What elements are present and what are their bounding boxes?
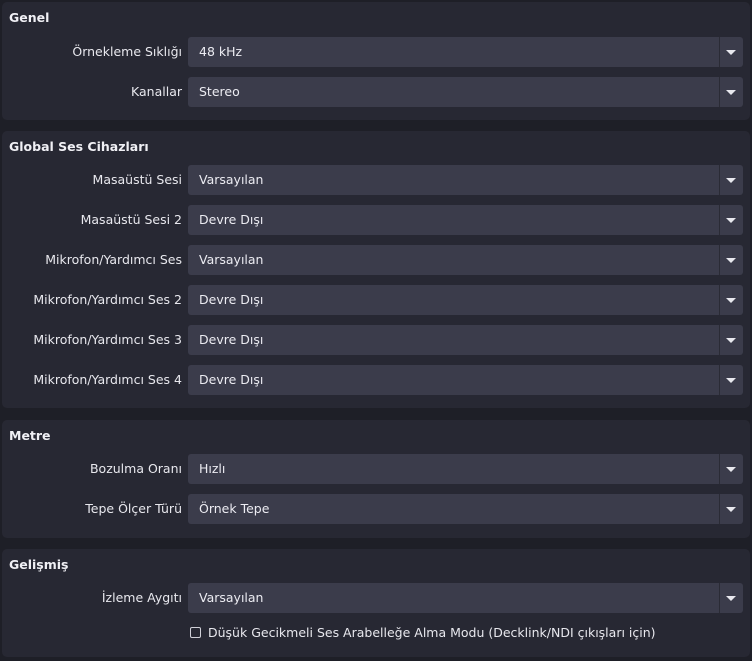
monitoring-device-dropdown-button[interactable]: [719, 583, 743, 613]
decay-rate-label: Bozulma Oranı: [89, 461, 182, 476]
audio-settings-page: Genel Örnekleme Sıklığı 48 kHz Kanallar …: [0, 0, 752, 661]
decay-rate-select[interactable]: Hızlı: [188, 454, 743, 484]
sample-rate-value: 48 kHz: [199, 44, 243, 59]
mic-aux-3-select[interactable]: Devre Dışı: [188, 325, 743, 355]
channels-select[interactable]: Stereo: [188, 77, 743, 107]
chevron-down-icon: [726, 298, 736, 303]
chevron-down-icon: [726, 258, 736, 263]
desktop-audio-dropdown-button[interactable]: [719, 165, 743, 195]
mic-aux-3-row: Mikrofon/Yardımcı Ses 3 Devre Dışı: [2, 325, 750, 355]
desktop-audio-select[interactable]: Varsayılan: [188, 165, 743, 195]
mic-aux-2-row: Mikrofon/Yardımcı Ses 2 Devre Dışı: [2, 285, 750, 315]
mic-aux-4-row: Mikrofon/Yardımcı Ses 4 Devre Dışı: [2, 365, 750, 395]
mic-aux-dropdown-button[interactable]: [719, 245, 743, 275]
peak-meter-type-value: Örnek Tepe: [199, 501, 270, 516]
mic-aux-row: Mikrofon/Yardımcı Ses Varsayılan: [2, 245, 750, 275]
mic-aux-4-dropdown-button[interactable]: [719, 365, 743, 395]
general-group: Genel Örnekleme Sıklığı 48 kHz Kanallar …: [2, 2, 750, 120]
channels-row: Kanallar Stereo: [2, 77, 750, 107]
chevron-down-icon: [726, 507, 736, 512]
mic-aux-4-select[interactable]: Devre Dışı: [188, 365, 743, 395]
mic-aux-4-label: Mikrofon/Yardımcı Ses 4: [33, 372, 182, 387]
sample-rate-dropdown-button[interactable]: [719, 37, 743, 67]
desktop-audio-label: Masaüstü Sesi: [92, 172, 182, 187]
mic-aux-2-label: Mikrofon/Yardımcı Ses 2: [33, 292, 182, 307]
chevron-down-icon: [726, 378, 736, 383]
monitoring-device-select[interactable]: Varsayılan: [188, 583, 743, 613]
chevron-down-icon: [726, 338, 736, 343]
peak-meter-type-row: Tepe Ölçer Türü Örnek Tepe: [2, 494, 750, 524]
mic-aux-3-value: Devre Dışı: [199, 332, 264, 347]
chevron-down-icon: [726, 178, 736, 183]
decay-rate-row: Bozulma Oranı Hızlı: [2, 454, 750, 484]
advanced-title: Gelişmiş: [9, 557, 69, 572]
channels-value: Stereo: [199, 84, 240, 99]
meters-title: Metre: [9, 428, 51, 443]
channels-label: Kanallar: [131, 84, 182, 99]
meters-group: Metre Bozulma Oranı Hızlı Tepe Ölçer Tür…: [2, 420, 750, 538]
mic-aux-3-dropdown-button[interactable]: [719, 325, 743, 355]
mic-aux-label: Mikrofon/Yardımcı Ses: [45, 252, 182, 267]
mic-aux-3-label: Mikrofon/Yardımcı Ses 3: [33, 332, 182, 347]
desktop-audio-value: Varsayılan: [199, 172, 264, 187]
decay-rate-dropdown-button[interactable]: [719, 454, 743, 484]
desktop-audio-2-select[interactable]: Devre Dışı: [188, 205, 743, 235]
sample-rate-label: Örnekleme Sıklığı: [72, 44, 182, 59]
monitoring-device-row: İzleme Aygıtı Varsayılan: [2, 583, 750, 613]
global-audio-devices-title: Global Ses Cihazları: [9, 139, 149, 154]
decay-rate-value: Hızlı: [199, 461, 226, 476]
chevron-down-icon: [726, 90, 736, 95]
monitoring-device-value: Varsayılan: [199, 590, 264, 605]
desktop-audio-2-dropdown-button[interactable]: [719, 205, 743, 235]
desktop-audio-2-label: Masaüstü Sesi 2: [80, 212, 182, 227]
chevron-down-icon: [726, 467, 736, 472]
general-group-title: Genel: [9, 10, 50, 25]
low-latency-checkbox[interactable]: [190, 626, 201, 638]
desktop-audio-row: Masaüstü Sesi Varsayılan: [2, 165, 750, 195]
chevron-down-icon: [726, 218, 736, 223]
desktop-audio-2-value: Devre Dışı: [199, 212, 264, 227]
sample-rate-select[interactable]: 48 kHz: [188, 37, 743, 67]
channels-dropdown-button[interactable]: [719, 77, 743, 107]
desktop-audio-2-row: Masaüstü Sesi 2 Devre Dışı: [2, 205, 750, 235]
global-audio-devices-group: Global Ses Cihazları Masaüstü Sesi Varsa…: [2, 131, 750, 408]
sample-rate-row: Örnekleme Sıklığı 48 kHz: [2, 37, 750, 67]
mic-aux-4-value: Devre Dışı: [199, 372, 264, 387]
peak-meter-type-dropdown-button[interactable]: [719, 494, 743, 524]
advanced-group: Gelişmiş İzleme Aygıtı Varsayılan Düşük …: [2, 549, 750, 657]
mic-aux-2-value: Devre Dışı: [199, 292, 264, 307]
mic-aux-select[interactable]: Varsayılan: [188, 245, 743, 275]
mic-aux-2-select[interactable]: Devre Dışı: [188, 285, 743, 315]
low-latency-option[interactable]: Düşük Gecikmeli Ses Arabelleğe Alma Modu…: [190, 623, 656, 641]
chevron-down-icon: [726, 50, 736, 55]
peak-meter-type-select[interactable]: Örnek Tepe: [188, 494, 743, 524]
mic-aux-value: Varsayılan: [199, 252, 264, 267]
peak-meter-type-label: Tepe Ölçer Türü: [85, 501, 182, 516]
monitoring-device-label: İzleme Aygıtı: [101, 590, 182, 605]
mic-aux-2-dropdown-button[interactable]: [719, 285, 743, 315]
chevron-down-icon: [726, 596, 736, 601]
low-latency-label[interactable]: Düşük Gecikmeli Ses Arabelleğe Alma Modu…: [208, 625, 656, 640]
